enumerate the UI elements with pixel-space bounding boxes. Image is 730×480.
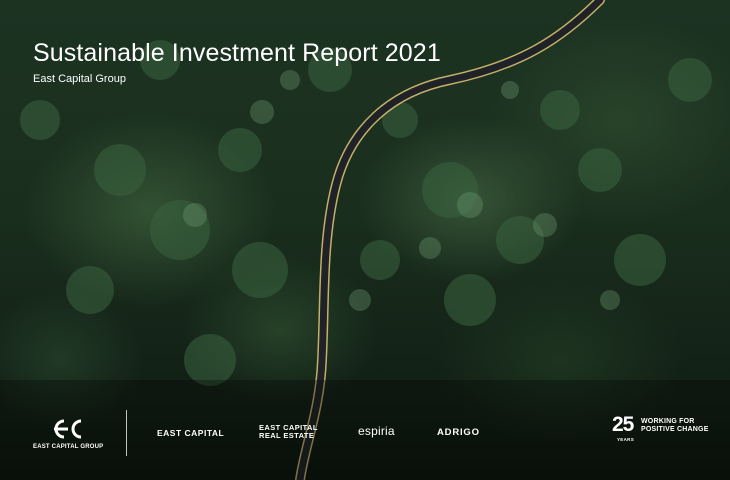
brand-real-estate-line2: REAL ESTATE xyxy=(259,431,315,440)
tagline-line1: WORKING FOR xyxy=(641,418,695,425)
footer-logos: EAST CAPITAL GROUP EAST CAPITAL EAST CAP… xyxy=(0,405,730,465)
east-capital-group-logo: EAST CAPITAL GROUP xyxy=(33,418,103,452)
tree-canopy xyxy=(20,40,712,386)
brand-east-capital-real-estate: EAST CAPITAL REAL ESTATE xyxy=(259,424,318,440)
anniversary-tagline: WORKING FOR POSITIVE CHANGE xyxy=(641,418,709,434)
brand-adrigo: ADRIGO xyxy=(437,427,480,438)
brand-espiria: espiria xyxy=(358,424,395,438)
footer-divider xyxy=(126,410,127,456)
anniversary-badge: 25 YEARS WORKING FOR POSITIVE CHANGE xyxy=(612,413,712,445)
ec-monogram-icon xyxy=(54,419,82,439)
page-subtitle: East Capital Group xyxy=(33,73,126,85)
group-logo-name: EAST CAPITAL GROUP xyxy=(33,444,104,450)
page-title: Sustainable Investment Report 2021 xyxy=(33,39,441,67)
tagline-line2: POSITIVE CHANGE xyxy=(641,426,709,433)
anniversary-number: 25 xyxy=(612,413,634,436)
report-cover: Sustainable Investment Report 2021 East … xyxy=(0,0,730,480)
anniversary-years: YEARS xyxy=(617,437,635,442)
brand-east-capital: EAST CAPITAL xyxy=(157,428,225,438)
